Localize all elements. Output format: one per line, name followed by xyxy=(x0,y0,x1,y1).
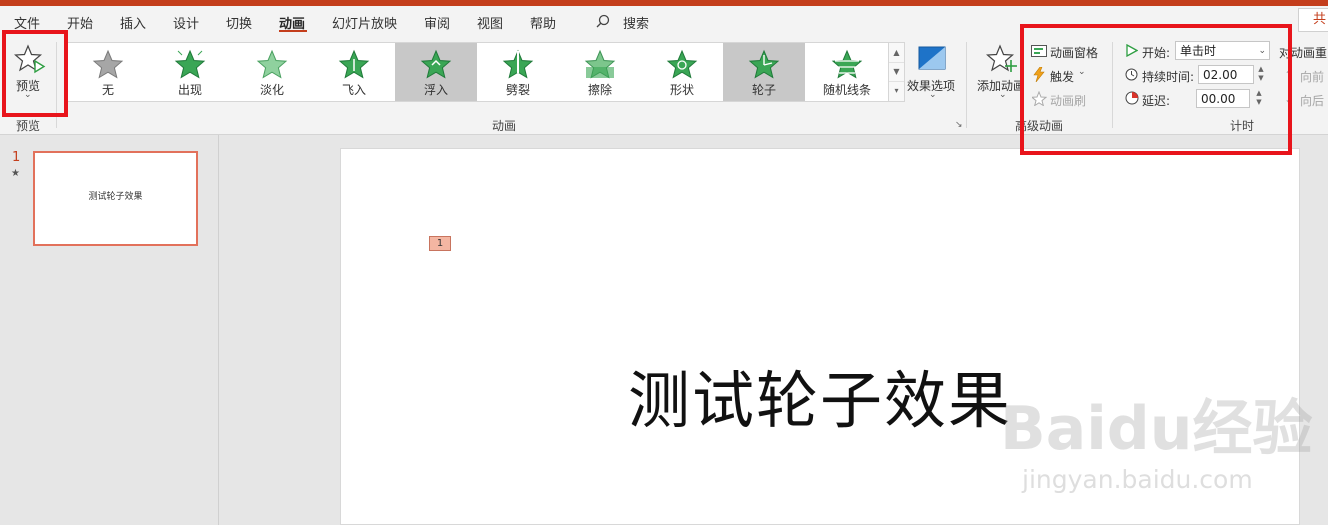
star-wipe-icon xyxy=(584,49,616,79)
animation-label: 无 xyxy=(101,83,114,97)
animation-float-in[interactable]: 浮入 xyxy=(395,43,477,101)
animation-label: 形状 xyxy=(669,83,694,97)
animation-star-icon: ★ xyxy=(11,168,20,179)
gallery-more-button[interactable]: ▾ xyxy=(889,81,904,100)
gallery-scrollbar: ▲ ▼ ▾ xyxy=(888,42,905,102)
animation-dialog-launcher-icon[interactable]: ↘ xyxy=(955,120,963,130)
tab-slideshow[interactable]: 幻灯片放映 xyxy=(332,13,397,32)
star-shape-icon xyxy=(666,49,698,79)
search-label[interactable]: 搜索 xyxy=(623,13,649,32)
animation-wipe[interactable]: 擦除 xyxy=(559,43,641,101)
star-appear-icon xyxy=(174,49,206,79)
gallery-scroll-down-button[interactable]: ▼ xyxy=(889,62,904,82)
slide-number: 1 xyxy=(12,150,21,165)
share-button[interactable]: 共 xyxy=(1298,8,1328,32)
move-later-button[interactable]: 向后 xyxy=(1300,92,1324,109)
tab-transitions[interactable]: 切换 xyxy=(226,13,252,32)
animation-label: 随机线条 xyxy=(822,83,871,97)
highlight-box-preview xyxy=(2,30,68,117)
star-random-bars-icon xyxy=(831,49,863,79)
animation-label: 淡化 xyxy=(259,83,284,97)
animation-group-label: 动画 xyxy=(492,119,517,133)
animation-random-bars[interactable]: 随机线条 xyxy=(805,43,889,101)
tab-review[interactable]: 审阅 xyxy=(424,13,450,32)
animation-split[interactable]: 劈裂 xyxy=(477,43,559,101)
animation-wheel[interactable]: 轮子 xyxy=(723,43,805,101)
watermark-logo: Baidu经验 xyxy=(1000,394,1313,464)
animation-fly-in[interactable]: 飞入 xyxy=(313,43,395,101)
tab-insert[interactable]: 插入 xyxy=(120,13,146,32)
preview-group-label: 预览 xyxy=(16,119,41,133)
animation-label: 浮入 xyxy=(423,83,448,97)
star-none-icon xyxy=(92,49,124,79)
highlight-box-timing xyxy=(1020,24,1292,155)
search-icon[interactable] xyxy=(596,14,610,28)
tab-home[interactable]: 开始 xyxy=(67,13,93,32)
tab-design[interactable]: 设计 xyxy=(173,13,199,32)
active-tab-underline xyxy=(279,30,307,32)
move-earlier-button[interactable]: 向前 xyxy=(1300,68,1324,85)
animation-label: 擦除 xyxy=(587,83,612,97)
watermark-url: jingyan.baidu.com xyxy=(1022,465,1253,494)
animation-label: 轮子 xyxy=(751,83,776,97)
animation-gallery: 无 出现 淡化 飞入 浮入 劈裂 擦除 形状 轮子 随机线条 xyxy=(66,42,890,102)
effect-options-icon[interactable] xyxy=(918,46,946,70)
add-animation-chevron[interactable]: ⌄ xyxy=(999,90,1007,100)
star-fly-in-icon xyxy=(338,49,370,79)
animation-appear[interactable]: 出现 xyxy=(149,43,231,101)
effect-options-chevron[interactable]: ⌄ xyxy=(929,90,937,100)
star-wheel-icon xyxy=(748,49,780,79)
star-float-in-icon xyxy=(420,49,452,79)
animation-label: 飞入 xyxy=(341,83,366,97)
gallery-scroll-up-button[interactable]: ▲ xyxy=(889,43,904,63)
animation-shape[interactable]: 形状 xyxy=(641,43,723,101)
animation-order-tag[interactable]: 1 xyxy=(429,236,451,251)
add-animation-star-icon[interactable] xyxy=(986,44,1018,74)
animation-fade[interactable]: 淡化 xyxy=(231,43,313,101)
slide-thumbnail[interactable]: 测试轮子效果 xyxy=(33,151,198,246)
animation-label: 劈裂 xyxy=(505,83,530,97)
group-separator xyxy=(966,42,967,128)
animation-label: 出现 xyxy=(177,83,202,97)
star-fade-icon xyxy=(256,49,288,79)
tab-view[interactable]: 视图 xyxy=(477,13,503,32)
animation-none[interactable]: 无 xyxy=(67,43,149,101)
slide-thumbnail-text: 测试轮子效果 xyxy=(88,192,143,202)
star-split-icon xyxy=(502,49,534,79)
tab-help[interactable]: 帮助 xyxy=(530,13,556,32)
